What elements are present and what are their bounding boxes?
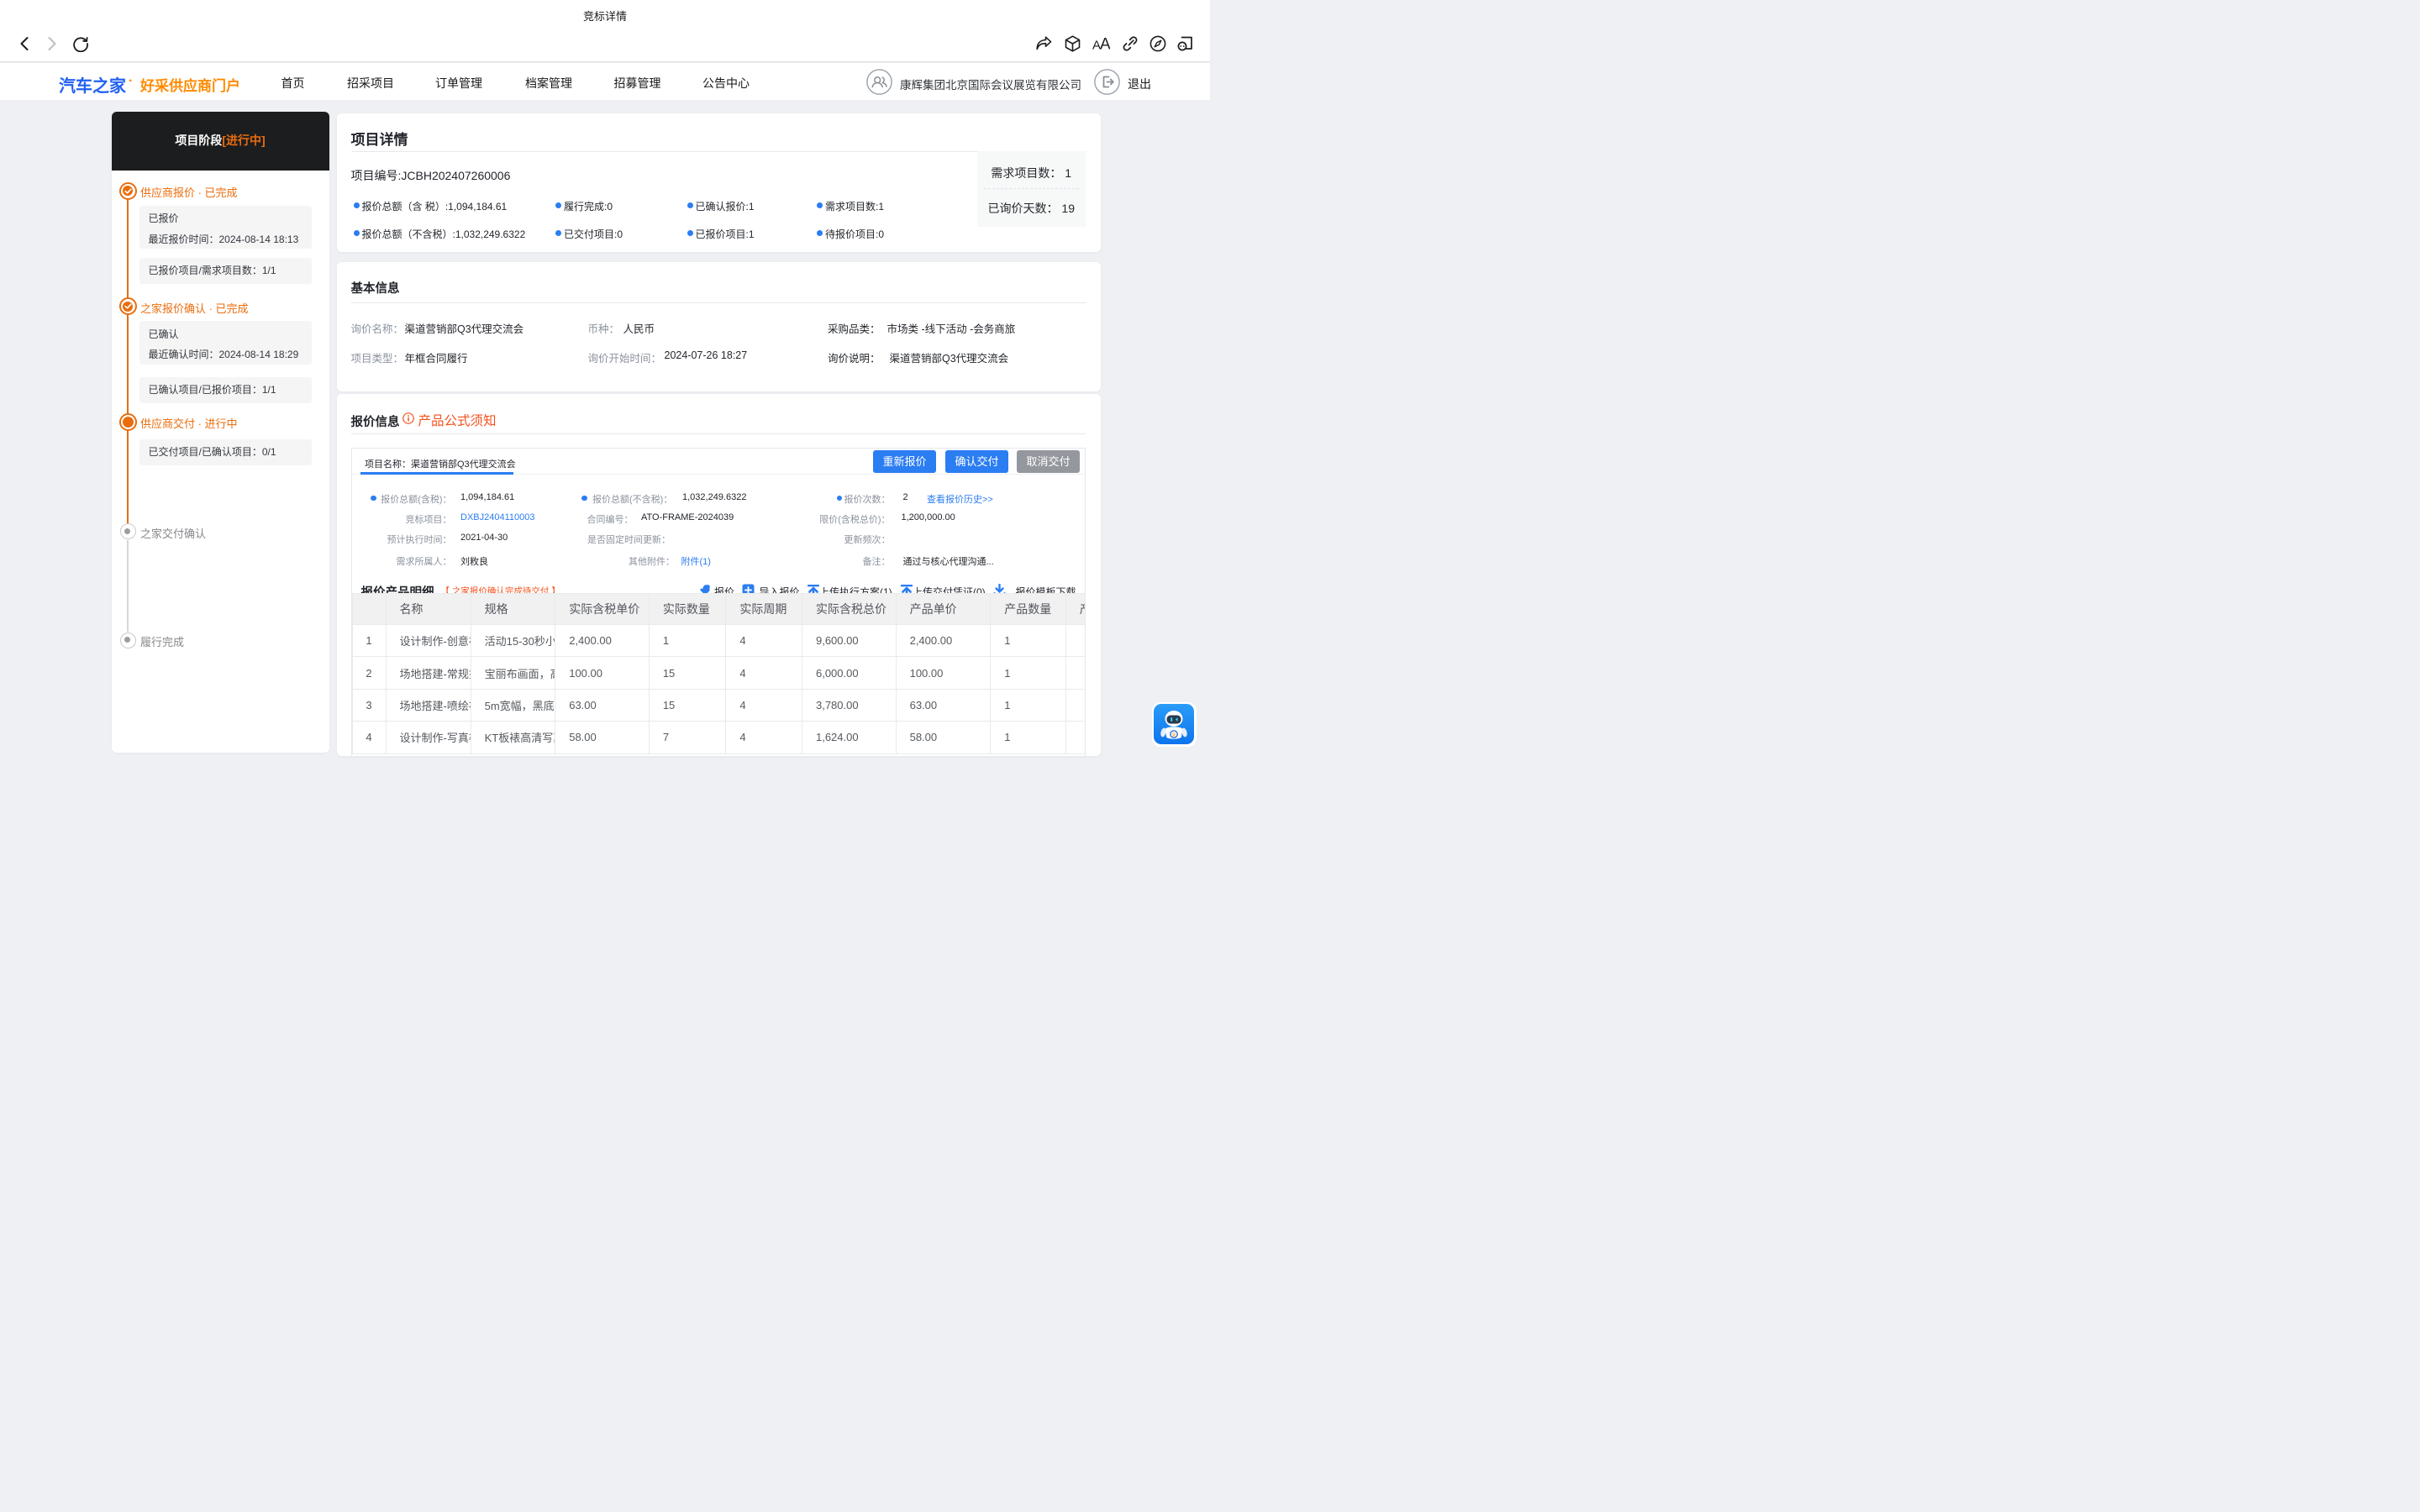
svg-text:采: 采 bbox=[1171, 732, 1176, 738]
svg-text:A: A bbox=[1100, 36, 1110, 51]
